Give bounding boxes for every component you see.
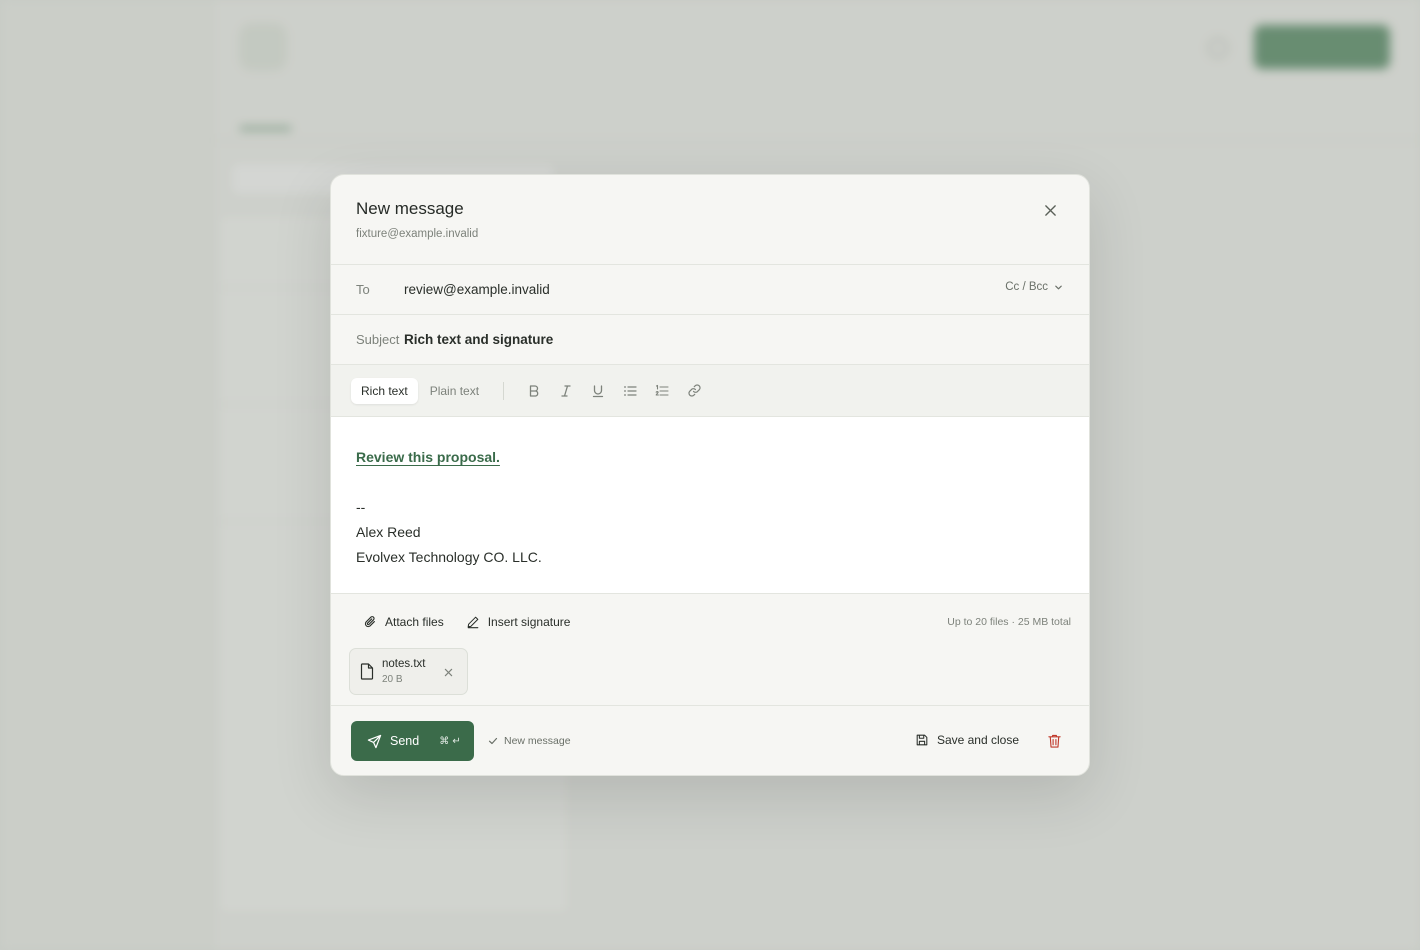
numbered-list-icon bbox=[655, 384, 669, 396]
plain-text-tab[interactable]: Plain text bbox=[420, 378, 489, 404]
insert-signature-button[interactable]: Insert signature bbox=[466, 615, 571, 629]
message-body-editor[interactable]: Review this proposal. -- Alex Reed Evolv… bbox=[331, 417, 1089, 594]
send-button[interactable]: Send ⌘ ↵ bbox=[351, 721, 474, 761]
signature-block: -- Alex Reed Evolvex Technology CO. LLC. bbox=[356, 495, 1064, 570]
subject-field-row: Subject Rich text and signature bbox=[331, 315, 1089, 365]
compose-dialog: New message fixture@example.invalid To r… bbox=[330, 174, 1090, 776]
close-icon bbox=[1044, 204, 1056, 216]
italic-button[interactable] bbox=[550, 377, 582, 405]
delete-draft-button[interactable] bbox=[1045, 731, 1063, 751]
send-label: Send bbox=[390, 734, 420, 748]
save-and-close-button[interactable]: Save and close bbox=[915, 733, 1019, 747]
chevron-down-icon bbox=[1055, 285, 1062, 289]
sender-address: fixture@example.invalid bbox=[356, 228, 479, 240]
save-and-close-label: Save and close bbox=[936, 733, 1019, 747]
attachment-name: notes.txt bbox=[382, 658, 426, 670]
signature-separator: -- bbox=[356, 499, 366, 515]
close-icon bbox=[444, 668, 452, 676]
to-label: To bbox=[356, 282, 370, 297]
draft-status-text: New message bbox=[504, 735, 571, 747]
signature-name: Alex Reed bbox=[356, 524, 421, 540]
paperclip-icon bbox=[364, 616, 375, 628]
trash-icon bbox=[1047, 734, 1061, 748]
insert-signature-label: Insert signature bbox=[487, 615, 571, 629]
dialog-title: New message bbox=[356, 199, 464, 218]
send-icon bbox=[367, 734, 382, 748]
link-icon bbox=[687, 384, 701, 397]
checkmark-icon bbox=[488, 737, 498, 745]
to-field-row: To review@example.invalid Cc / Bcc bbox=[331, 265, 1089, 315]
remove-attachment-button[interactable] bbox=[442, 666, 454, 678]
file-icon bbox=[360, 663, 374, 680]
subject-input[interactable]: Rich text and signature bbox=[404, 332, 553, 347]
italic-icon bbox=[561, 384, 571, 397]
to-input[interactable]: review@example.invalid bbox=[404, 282, 550, 297]
dialog-footer: Send ⌘ ↵ New message Save and close bbox=[331, 706, 1089, 775]
attachment-size: 20 B bbox=[382, 674, 403, 685]
toolbar-divider bbox=[503, 381, 505, 400]
attach-files-button[interactable]: Attach files bbox=[363, 615, 444, 629]
link-button[interactable] bbox=[678, 377, 710, 405]
signature-company: Evolvex Technology CO. LLC. bbox=[356, 549, 542, 565]
bold-button[interactable] bbox=[518, 377, 550, 405]
send-shortcut: ⌘ ↵ bbox=[439, 735, 461, 747]
pen-icon bbox=[467, 616, 479, 629]
attach-files-label: Attach files bbox=[385, 615, 444, 629]
bullet-list-button[interactable] bbox=[614, 377, 646, 405]
subject-label: Subject bbox=[356, 332, 400, 347]
draft-status: New message bbox=[488, 735, 571, 747]
body-link[interactable]: Review this proposal. bbox=[356, 449, 500, 465]
attachment-chip: notes.txt 20 B bbox=[349, 648, 468, 695]
dialog-header: New message fixture@example.invalid bbox=[331, 175, 1089, 265]
save-icon bbox=[916, 734, 928, 746]
bold-icon bbox=[529, 384, 539, 397]
attachment-limit-note: Up to 20 files · 25 MB total bbox=[947, 616, 1071, 628]
formatting-toolbar: Rich text Plain text bbox=[331, 365, 1089, 417]
underline-button[interactable] bbox=[582, 377, 614, 405]
attachments-section: Attach files Insert signature Up to 20 f… bbox=[331, 594, 1089, 706]
rich-text-tab[interactable]: Rich text bbox=[351, 377, 418, 404]
numbered-list-button[interactable] bbox=[646, 377, 678, 405]
underline-icon bbox=[592, 384, 604, 397]
cc-bcc-toggle[interactable]: Cc / Bcc bbox=[1005, 281, 1063, 293]
close-button[interactable] bbox=[1041, 201, 1059, 219]
bullet-list-icon bbox=[624, 385, 637, 396]
cc-bcc-label: Cc / Bcc bbox=[1005, 281, 1048, 293]
